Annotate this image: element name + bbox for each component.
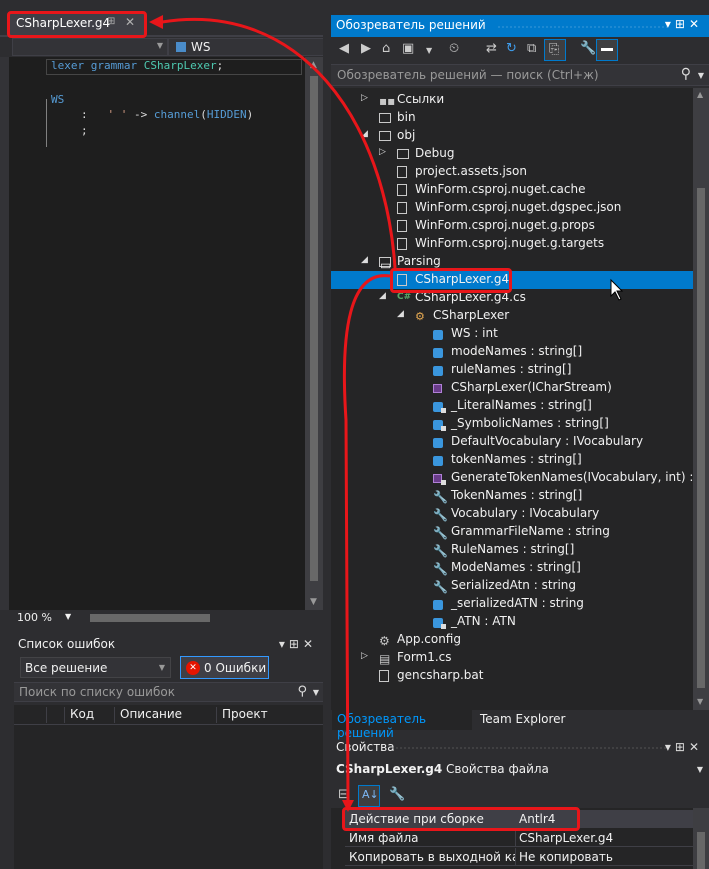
annotation-arrows (149, 15, 624, 812)
arrowhead-icon (149, 15, 163, 29)
arrow-file-to-tab (161, 17, 397, 269)
arrowhead-icon (342, 800, 354, 812)
arrow-file-to-build-action (342, 274, 391, 801)
mouse-cursor-icon (610, 278, 624, 301)
